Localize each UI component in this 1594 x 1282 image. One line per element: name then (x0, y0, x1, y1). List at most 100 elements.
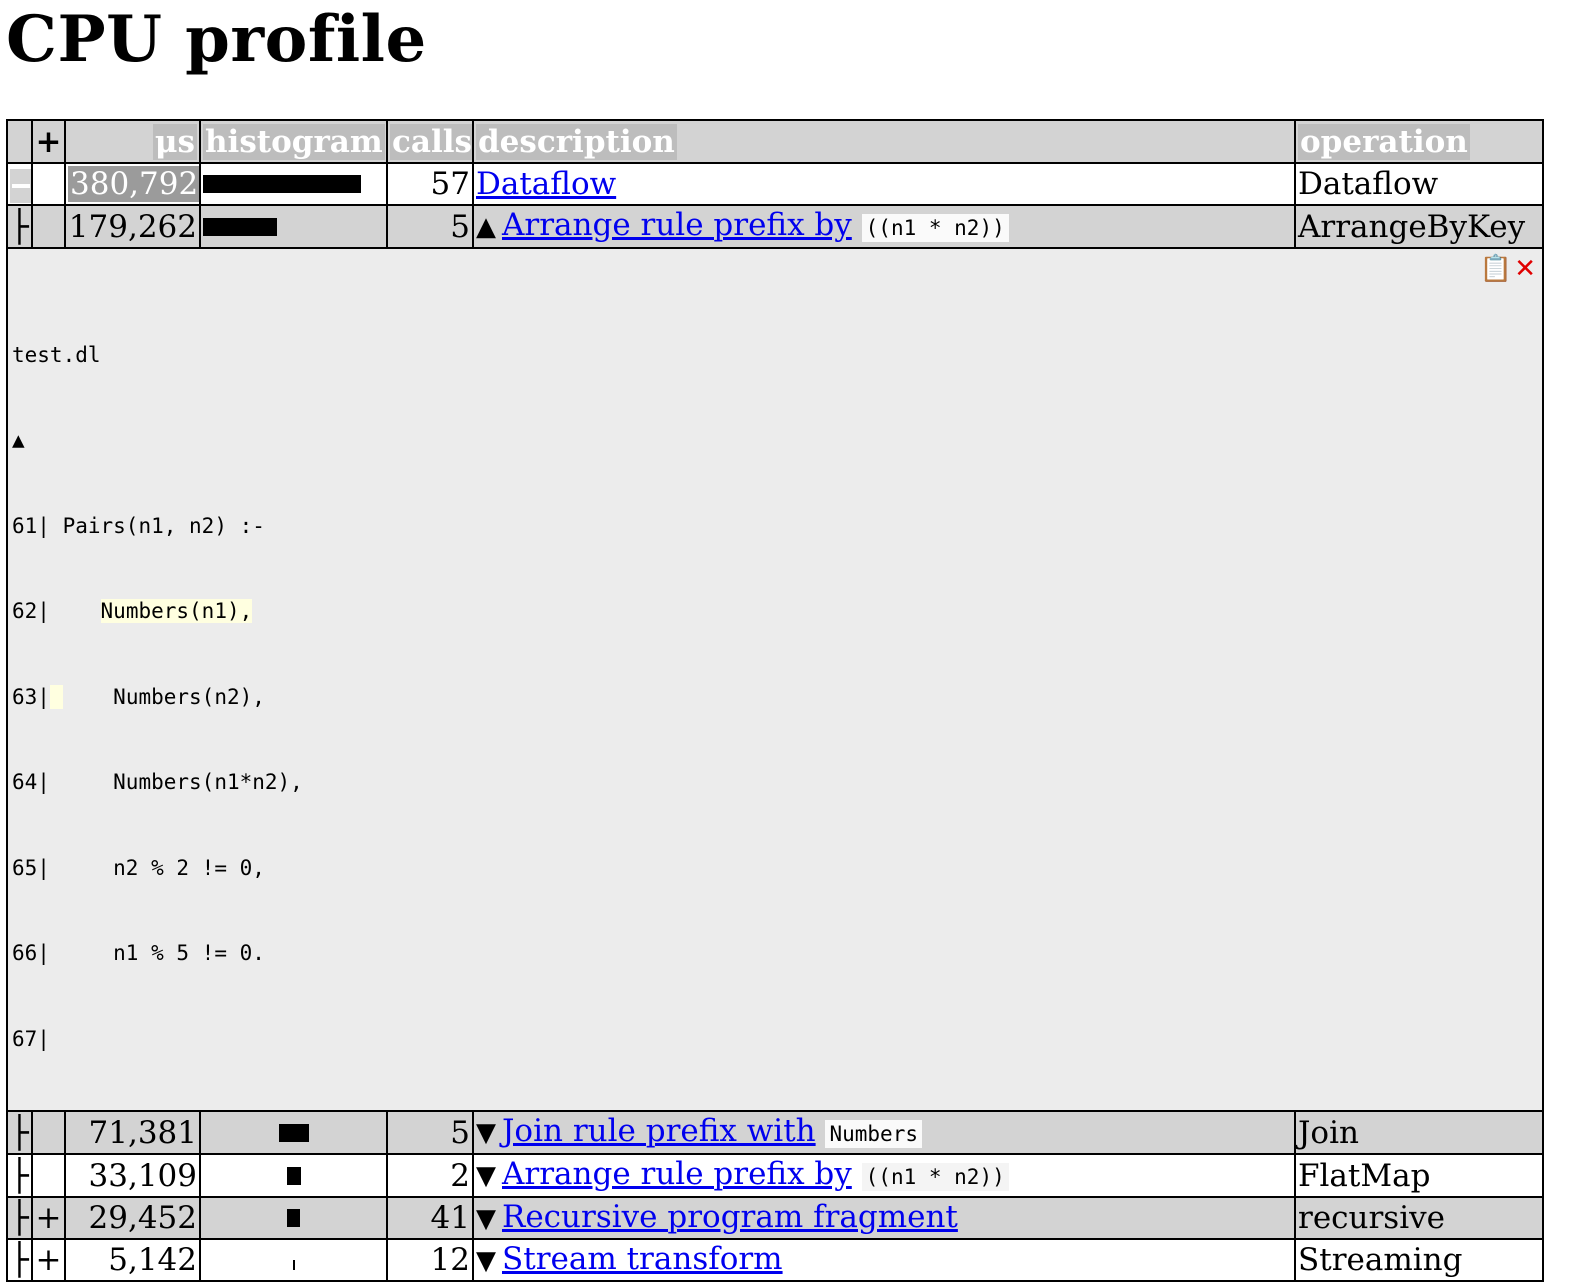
table-row: 380,792 57 Dataflow Dataflow (6, 162, 1544, 206)
description-link[interactable]: Arrange rule prefix by (502, 207, 852, 243)
header-histogram[interactable]: histogram (199, 119, 388, 164)
highlighted-span (49, 684, 63, 709)
expand-cell (31, 1110, 66, 1155)
description-link[interactable]: Stream transform (502, 1241, 783, 1277)
close-icon[interactable]: ✕ (1514, 254, 1536, 284)
source-toggle-arrow[interactable]: ▼ (476, 1118, 496, 1148)
calls-value: 57 (386, 162, 474, 206)
line-number: 66 (12, 941, 38, 965)
us-cell: 380,792 (64, 162, 201, 206)
table-row: ├ 71,381 5 ▼ Join rule prefix with Number… (6, 1110, 1544, 1155)
histogram-cell (199, 1110, 388, 1155)
source-line: 61| Pairs(n1, n2) :- (12, 513, 265, 538)
expand-button[interactable]: + (31, 1238, 66, 1282)
description-link[interactable]: Dataflow (476, 166, 616, 202)
header-description-label: description (476, 123, 677, 160)
expand-button[interactable]: + (31, 1196, 66, 1240)
line-text: Numbers(n1), (50, 599, 253, 623)
description-link[interactable]: Arrange rule prefix by (502, 1156, 852, 1192)
histogram-bar (203, 175, 361, 193)
header-calls-label: calls (390, 123, 472, 160)
source-toggle-arrow[interactable]: ▼ (476, 1204, 496, 1234)
description-cell: ▼ Arrange rule prefix by ((n1 * n2)) (472, 1153, 1296, 1198)
description-cell: ▲ Arrange rule prefix by ((n1 * n2)) (472, 204, 1296, 249)
header-us[interactable]: μs (64, 119, 201, 164)
highlighted-span: Numbers(n1), (100, 599, 253, 623)
code-snippet: ((n1 * n2)) (861, 214, 1009, 242)
source-toggle-arrow[interactable]: ▲ (476, 212, 496, 242)
table-row: ├ 179,262 5 ▲ Arrange rule prefix by ((n1… (6, 204, 1544, 249)
description-link[interactable]: Recursive program fragment (502, 1199, 958, 1235)
source-line: 63| Numbers(n2), (12, 684, 265, 709)
description-cell: ▼ Join rule prefix with Numbers (472, 1110, 1296, 1155)
code-snippet: Numbers (825, 1120, 922, 1148)
line-number: 63 (12, 684, 38, 709)
source-line: 64| Numbers(n1*n2), (12, 770, 303, 794)
calls-value: 2 (386, 1153, 474, 1198)
tree-connector: ├ (6, 1196, 33, 1240)
expand-cell (31, 204, 66, 249)
histogram-bar (278, 1123, 309, 1142)
tree-connector: ├ (6, 204, 33, 249)
line-number: 62 (12, 599, 38, 623)
source-line: 67| (12, 1026, 50, 1051)
tree-cell (6, 162, 33, 206)
calls-value: 5 (386, 204, 474, 249)
source-line: 66| n1 % 5 != 0. (12, 941, 265, 965)
source-line: 62| Numbers(n1), (12, 599, 253, 623)
calls-value: 12 (386, 1238, 474, 1282)
header-row: + μs histogram calls description operati… (6, 119, 1544, 164)
histogram-bar (287, 1209, 300, 1227)
tree-connector: ├ (6, 1238, 33, 1282)
histogram-bar (203, 217, 277, 236)
source-panel: 📋✕ test.dl ▲ 61| Pairs(n1, n2) :- 62| Nu… (6, 247, 1544, 1112)
code-snippet: ((n1 * n2)) (861, 1163, 1009, 1191)
histogram-cell (199, 204, 388, 249)
histogram-bar (286, 1166, 301, 1185)
source-toggle-arrow[interactable]: ▼ (476, 1246, 496, 1276)
clipboard-icon[interactable]: 📋 (1480, 254, 1512, 284)
description-cell: Dataflow (472, 162, 1296, 206)
us-value: 5,142 (64, 1238, 201, 1282)
description-cell: ▼ Stream transform (472, 1238, 1296, 1282)
operation-value: Dataflow (1294, 162, 1544, 206)
header-tree (6, 119, 33, 164)
collapse-button[interactable] (10, 168, 30, 203)
line-text: Pairs(n1, n2) :- (49, 513, 265, 538)
operation-value: recursive (1294, 1196, 1544, 1240)
operation-value: Join (1294, 1110, 1544, 1155)
header-us-label: μs (152, 123, 197, 160)
tree-connector: ├ (6, 1153, 33, 1198)
header-operation[interactable]: operation (1294, 119, 1544, 164)
line-number: 64 (12, 770, 38, 794)
expand-cell (31, 162, 66, 206)
expand-all-button[interactable]: + (31, 119, 66, 164)
profile-table: + μs histogram calls description operati… (6, 119, 1544, 1282)
table-row: ├ + 5,142 12 ▼ Stream transform Streaming (6, 1238, 1544, 1282)
line-text: n2 % 2 != 0, (49, 855, 265, 880)
header-operation-label: operation (1298, 123, 1470, 160)
source-toggle-arrow[interactable]: ▼ (476, 1161, 496, 1191)
calls-value: 41 (386, 1196, 474, 1240)
description-link[interactable]: Join rule prefix with (502, 1113, 816, 1149)
line-text: Numbers(n2), (62, 684, 265, 709)
operation-value: ArrangeByKey (1294, 204, 1544, 249)
line-text: n1 % 5 != 0. (49, 941, 265, 965)
histogram-cell (199, 1153, 388, 1198)
expand-cell (31, 1153, 66, 1198)
header-calls[interactable]: calls (386, 119, 474, 164)
table-row: ├ 33,109 2 ▼ Arrange rule prefix by ((n1 … (6, 1153, 1544, 1198)
histogram-bar (292, 1260, 295, 1270)
operation-value: FlatMap (1294, 1153, 1544, 1198)
header-description[interactable]: description (472, 119, 1296, 164)
table-row: ├ + 29,452 41 ▼ Recursive program fragmen… (6, 1196, 1544, 1240)
us-value: 33,109 (64, 1153, 201, 1198)
line-number: 65 (12, 855, 38, 880)
histogram-cell (199, 1196, 388, 1240)
histogram-cell (199, 162, 388, 206)
source-arrow: ▲ (12, 428, 25, 452)
calls-value: 5 (386, 1110, 474, 1155)
us-value: 179,262 (64, 204, 201, 249)
source-row: 📋✕ test.dl ▲ 61| Pairs(n1, n2) :- 62| Nu… (6, 247, 1544, 1112)
line-number: 61 (12, 513, 38, 538)
